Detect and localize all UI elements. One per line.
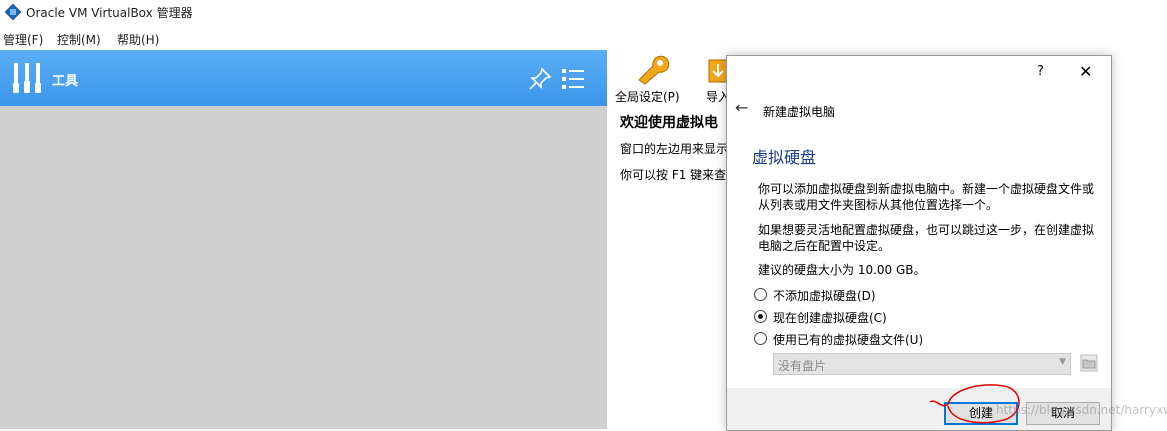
new-vm-wizard-dialog: ? ✕ ← 新建虚拟电脑 虚拟硬盘 你可以添加虚拟硬盘到新虚拟电脑中。新建一个虚… xyxy=(726,55,1112,431)
machine-list-pane[interactable] xyxy=(0,106,607,429)
welcome-line-2: 你可以按 F1 键来查 xyxy=(620,168,727,182)
disk-file-select[interactable]: 没有盘片 ▼ xyxy=(773,353,1071,375)
wizard-title: 新建虚拟电脑 xyxy=(763,105,836,119)
welcome-title: 欢迎使用虚拟电 xyxy=(620,115,718,131)
dropdown-arrow-icon: ▼ xyxy=(1059,357,1066,367)
page-title: 虚拟硬盘 xyxy=(752,148,817,167)
pin-icon[interactable] xyxy=(527,66,553,92)
title-bar: Oracle VM VirtualBox 管理器 xyxy=(0,0,1167,25)
radio-button-checked[interactable] xyxy=(754,310,767,323)
close-icon[interactable]: ✕ xyxy=(1079,62,1092,81)
virtualbox-logo-icon xyxy=(5,4,21,20)
back-arrow-icon[interactable]: ← xyxy=(735,98,748,117)
description-paragraph-2: 如果想要灵活地配置虚拟硬盘，也可以跳过这一步，在创建虚拟电脑之后在配置中设定。 xyxy=(758,223,1095,253)
window-title: Oracle VM VirtualBox 管理器 xyxy=(26,6,193,20)
menu-help[interactable]: 帮助(H) xyxy=(117,31,159,48)
global-settings-button[interactable]: 全局设定(P) xyxy=(615,50,685,105)
menu-machine[interactable]: 控制(M) xyxy=(57,31,101,48)
description-paragraph-1: 你可以添加虚拟硬盘到新虚拟电脑中。新建一个虚拟硬盘文件或从列表或用文件夹图标从其… xyxy=(758,182,1095,212)
menu-bar: 管理(F) 控制(M) 帮助(H) xyxy=(0,28,1167,48)
tools-header[interactable]: 工具 xyxy=(0,50,607,106)
help-icon[interactable]: ? xyxy=(1037,64,1044,79)
radio-button[interactable] xyxy=(754,332,767,345)
list-menu-icon[interactable] xyxy=(560,66,586,92)
folder-icon[interactable] xyxy=(1080,354,1098,372)
wrench-icon xyxy=(638,55,669,85)
menu-file[interactable]: 管理(F) xyxy=(3,31,43,48)
recommended-size-text: 建议的硬盘大小为 10.00 GB。 xyxy=(758,263,926,277)
welcome-line-1: 窗口的左边用来显示 xyxy=(620,142,729,156)
tools-icon xyxy=(13,63,41,93)
tools-label: 工具 xyxy=(52,74,79,89)
radio-button[interactable] xyxy=(754,288,767,301)
watermark: https://blog.csdn.net/harryxworks xyxy=(996,403,1167,417)
